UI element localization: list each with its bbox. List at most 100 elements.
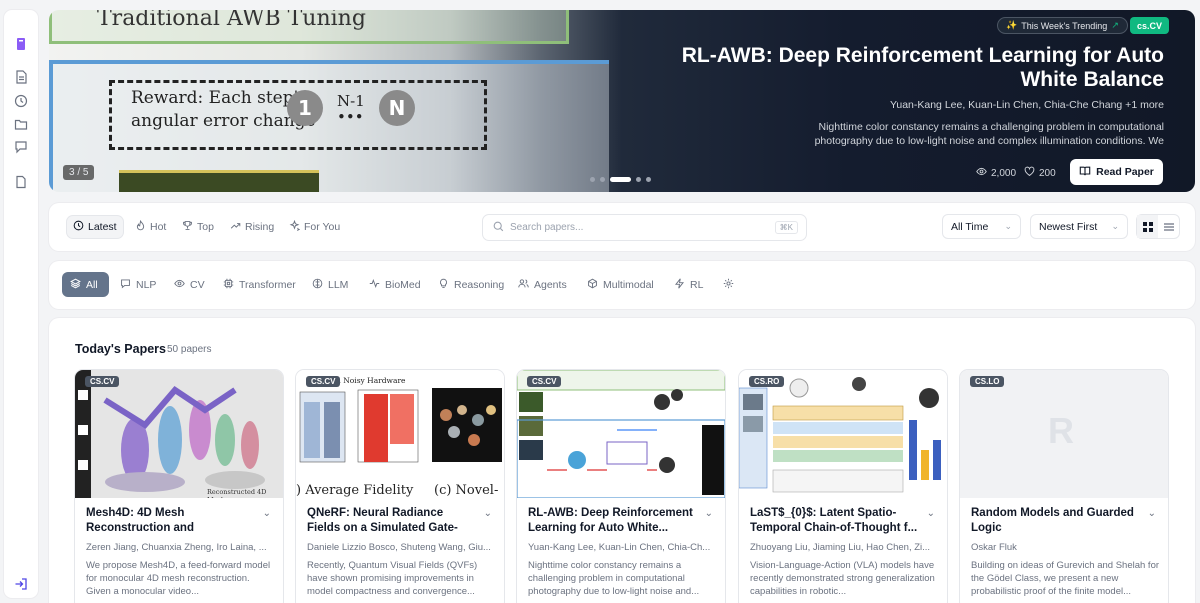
carousel-dot[interactable] bbox=[600, 177, 605, 182]
chevron-down-icon[interactable]: ⌄ bbox=[705, 508, 713, 519]
message-icon bbox=[120, 278, 131, 292]
trending-icon: ↗ bbox=[1111, 20, 1119, 30]
trophy-icon bbox=[182, 220, 193, 234]
paper-authors: Oskar Fluk bbox=[971, 542, 1017, 553]
gear-icon bbox=[723, 278, 734, 292]
carousel-dot-active[interactable] bbox=[610, 177, 631, 182]
paper-title[interactable]: LaST$_{0}$: Latent Spatio-Temporal Chain… bbox=[750, 506, 918, 535]
tab-latest[interactable]: Latest bbox=[67, 216, 123, 238]
paper-card[interactable]: CS.RO LaST$_{0}$: Latent Spatio-Temporal… bbox=[739, 370, 947, 603]
hero-authors: Yuan-Kang Lee, Kuan-Lin Chen, Chia-Che C… bbox=[889, 99, 1164, 111]
paper-title[interactable]: QNeRF: Neural Radiance Fields on a Simul… bbox=[307, 506, 475, 535]
logo-icon[interactable] bbox=[14, 37, 28, 51]
search-icon bbox=[493, 221, 504, 235]
category-chip-agents[interactable]: Agents bbox=[510, 272, 575, 297]
hero-carousel[interactable]: Traditional AWB Tuning Reward: Each step… bbox=[49, 10, 1195, 192]
category-chip-all[interactable]: All bbox=[62, 272, 109, 297]
time-filter-select[interactable]: All Time ⌄ bbox=[942, 214, 1021, 239]
time-filter-value: All Time bbox=[951, 220, 989, 233]
category-chip-multimodal[interactable]: Multimodal bbox=[579, 272, 662, 297]
trending-icon bbox=[230, 220, 241, 234]
paper-title[interactable]: Random Models and Guarded Logic bbox=[971, 506, 1139, 535]
category-chip-biomed[interactable]: BioMed bbox=[361, 272, 429, 297]
paper-title[interactable]: RL-AWB: Deep Reinforcement Learning for … bbox=[528, 506, 696, 535]
paper-card[interactable]: R CS.LO Random Models and Guarded Logic … bbox=[960, 370, 1168, 603]
tab-for-you[interactable]: For You bbox=[283, 216, 346, 238]
read-paper-button[interactable]: Read Paper bbox=[1070, 159, 1163, 185]
chevron-down-icon[interactable]: ⌄ bbox=[484, 508, 492, 519]
hero-title[interactable]: RL-AWB: Deep Reinforcement Learning for … bbox=[644, 44, 1164, 92]
tab-label: Latest bbox=[88, 221, 117, 233]
paper-card[interactable]: n Noisy Hardware ) Average Fidelity (c) … bbox=[296, 370, 504, 603]
trending-badge: ✨ This Week's Trending ↗ bbox=[997, 17, 1128, 34]
tab-hot[interactable]: Hot bbox=[129, 216, 172, 238]
chevron-down-icon[interactable]: ⌄ bbox=[1148, 508, 1156, 519]
tab-top[interactable]: Top bbox=[176, 216, 220, 238]
category-chip-rl[interactable]: RL bbox=[666, 272, 711, 297]
paper-thumbnail: Reconstructed 4D Mesh CS.CV bbox=[75, 370, 283, 498]
grid-view-icon[interactable] bbox=[1137, 215, 1158, 238]
box-icon bbox=[587, 278, 598, 292]
folder-icon[interactable] bbox=[14, 117, 28, 131]
pulse-icon bbox=[369, 278, 380, 292]
thumbnail-caption: ) Average Fidelity bbox=[296, 483, 414, 498]
chip-label: Agents bbox=[534, 278, 567, 291]
cpu-icon bbox=[223, 278, 234, 292]
chip-label: RL bbox=[690, 278, 704, 291]
carousel-dots bbox=[590, 177, 651, 182]
category-chip-llm[interactable]: LLM bbox=[304, 272, 356, 297]
chevron-down-icon[interactable]: ⌄ bbox=[263, 508, 271, 519]
search-shortcut: ⌘K bbox=[774, 221, 798, 234]
category-tag: CS.LO bbox=[970, 376, 1005, 387]
chevron-down-icon: ⌄ bbox=[1111, 221, 1119, 231]
chevron-down-icon[interactable]: ⌄ bbox=[927, 508, 935, 519]
paper-title[interactable]: Mesh4D: 4D Mesh Reconstruction and Track… bbox=[86, 506, 254, 535]
category-chip-reasoning[interactable]: Reasoning bbox=[430, 272, 512, 297]
paper-authors: Zhuoyang Liu, Jiaming Liu, Hao Chen, Zi.… bbox=[750, 542, 931, 553]
category-chip-nlp[interactable]: NLP bbox=[112, 272, 164, 297]
paper-thumbnail: CS.CV bbox=[517, 370, 725, 498]
hero-figure: Traditional AWB Tuning Reward: Each step… bbox=[49, 10, 609, 192]
chip-label: Transformer bbox=[239, 278, 296, 291]
sidebar bbox=[4, 10, 38, 598]
carousel-dot[interactable] bbox=[646, 177, 651, 182]
file-icon[interactable] bbox=[14, 175, 28, 189]
paper-thumbnail: CS.RO bbox=[739, 370, 947, 498]
category-settings-button[interactable] bbox=[715, 272, 742, 297]
paper-abstract: Nighttime color constancy remains a chal… bbox=[528, 560, 700, 597]
tab-rising[interactable]: Rising bbox=[224, 216, 280, 238]
sort-select[interactable]: Newest First ⌄ bbox=[1030, 214, 1128, 239]
eye-icon bbox=[174, 278, 185, 292]
logout-icon[interactable] bbox=[14, 577, 28, 591]
search-input[interactable]: Search papers... ⌘K bbox=[482, 214, 807, 241]
flame-icon bbox=[135, 219, 146, 234]
paper-abstract: Recently, Quantum Visual Fields (QVFs) h… bbox=[307, 560, 478, 597]
paper-abstract: Building on ideas of Gurevich and Shelah… bbox=[971, 560, 1159, 597]
figure-circle-n: N bbox=[379, 90, 415, 126]
chip-label: Multimodal bbox=[603, 278, 654, 291]
layers-icon bbox=[70, 278, 81, 292]
chip-label: All bbox=[86, 278, 98, 291]
paper-authors: Yuan-Kang Lee, Kuan-Lin Chen, Chia-Ch... bbox=[528, 542, 711, 553]
figure-green-block bbox=[119, 170, 319, 192]
carousel-dot[interactable] bbox=[636, 177, 641, 182]
carousel-dot[interactable] bbox=[590, 177, 595, 182]
paper-card[interactable]: CS.CV RL-AWB: Deep Reinforcement Learnin… bbox=[517, 370, 725, 603]
papers-count: 50 papers bbox=[167, 344, 212, 355]
category-tag: CS.RO bbox=[749, 376, 785, 387]
likes-count: 200 bbox=[1039, 167, 1056, 179]
paper-card[interactable]: Reconstructed 4D Mesh CS.CV Mesh4D: 4D M… bbox=[75, 370, 283, 603]
figure-title: Traditional AWB Tuning bbox=[97, 10, 366, 31]
category-filter-bar: All NLP CV Transformer LLM BioMed Reason… bbox=[49, 261, 1195, 309]
eye-icon bbox=[976, 166, 987, 180]
category-chip-cv[interactable]: CV bbox=[166, 272, 213, 297]
document-icon[interactable] bbox=[14, 70, 28, 84]
list-view-icon[interactable] bbox=[1158, 215, 1179, 238]
clock-icon[interactable] bbox=[14, 94, 28, 108]
chat-icon[interactable] bbox=[14, 140, 28, 154]
tab-label: Top bbox=[197, 221, 214, 233]
tab-label: Rising bbox=[245, 221, 275, 233]
bulb-icon bbox=[438, 278, 449, 292]
category-chip-transformer[interactable]: Transformer bbox=[215, 272, 304, 297]
search-placeholder: Search papers... bbox=[510, 222, 584, 233]
